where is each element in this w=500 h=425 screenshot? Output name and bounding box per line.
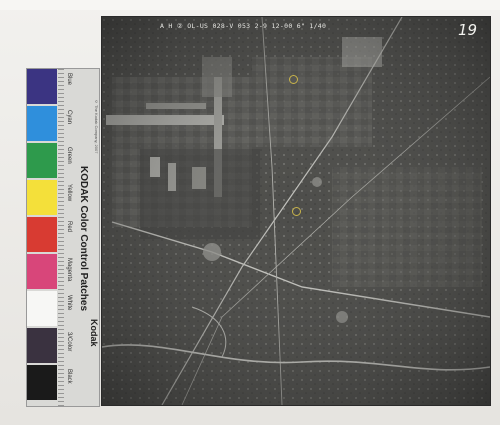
patch-label: Black (66, 369, 72, 384)
color-patches (27, 69, 57, 406)
patch-label: 3/Color (66, 332, 72, 352)
scan-top-strip (0, 0, 500, 10)
patch-label: Magenta (66, 258, 72, 282)
patch-label: Yellow (66, 184, 72, 202)
patch-cyan (27, 106, 57, 141)
kodak-title: KODAK Color Control Patches (78, 166, 89, 312)
ring-marker (292, 207, 301, 216)
patch-white (27, 291, 57, 326)
kodak-color-strip: Blue Cyan Green Yellow Red Magenta White… (26, 68, 100, 407)
aerial-photograph: A H ② OL-US 028-V 053 2-9 12-00 6" 1/40 … (102, 17, 490, 405)
kodak-logo-text: Kodak (89, 319, 99, 347)
patch-red (27, 217, 57, 252)
patch-label: Cyan (66, 110, 72, 125)
ring-marker (289, 75, 298, 84)
patch-label: Red (66, 221, 72, 233)
patch-magenta (27, 254, 57, 289)
patch-black (27, 365, 57, 400)
patch-label: Blue (66, 73, 72, 86)
patch-3color (27, 328, 57, 363)
patch-green (27, 143, 57, 178)
frame-number: 19 (458, 21, 478, 39)
kodak-fine-print: © The Kodak Company, 2007 (94, 99, 99, 154)
patch-blue (27, 69, 57, 104)
patch-label: Green (66, 147, 72, 164)
photo-header-text: A H ② OL-US 028-V 053 2-9 12-00 6" 1/40 (160, 22, 327, 30)
patch-label: White (66, 295, 72, 311)
patch-yellow (27, 180, 57, 215)
